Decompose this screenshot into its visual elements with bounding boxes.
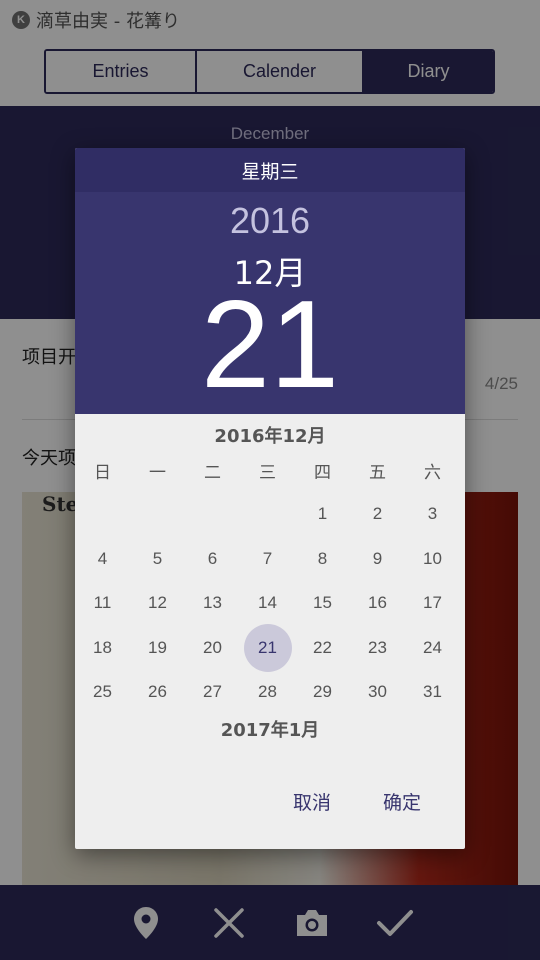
- calendar-day-selected[interactable]: 21: [240, 626, 295, 671]
- calendar-day-empty: [130, 492, 185, 537]
- calendar-day-label: 13: [203, 593, 222, 613]
- selected-year[interactable]: 2016: [75, 200, 465, 242]
- selected-day[interactable]: 21: [75, 280, 465, 410]
- calendar-day-label: 26: [148, 682, 167, 702]
- calendar-day-label: 18: [93, 637, 112, 657]
- calendar-day-label: 19: [148, 637, 167, 657]
- calendar-day[interactable]: 10: [405, 537, 460, 582]
- calendar-day[interactable]: 4: [75, 537, 130, 582]
- calendar-day-label: 7: [262, 548, 273, 568]
- calendar-day[interactable]: 25: [75, 670, 130, 715]
- calendar-day-label: 20: [203, 637, 222, 657]
- calendar-day-label: 28: [258, 682, 277, 702]
- calendar-day[interactable]: 18: [75, 626, 130, 671]
- calendar-day[interactable]: 30: [350, 670, 405, 715]
- calendar-day-label: 11: [93, 593, 112, 613]
- calendar-day[interactable]: 24: [405, 626, 460, 671]
- calendar-day[interactable]: 27: [185, 670, 240, 715]
- calendar-day[interactable]: 14: [240, 581, 295, 626]
- calendar-day[interactable]: 22: [295, 626, 350, 671]
- calendar-day[interactable]: 1: [295, 492, 350, 537]
- calendar-day-label: 4: [97, 548, 108, 568]
- weekday-header: 四: [314, 462, 331, 483]
- calendar-day[interactable]: 31: [405, 670, 460, 715]
- calendar-week-row: 25 26 27 28 29 30 31: [75, 670, 465, 715]
- calendar-day-label: 16: [368, 593, 387, 613]
- calendar-day[interactable]: 23: [350, 626, 405, 671]
- calendar-week-row: 18 19 20 21 22 23 24: [75, 626, 465, 671]
- calendar-month-title: 2016年12月: [214, 426, 326, 447]
- weekday-header: 二: [204, 462, 221, 483]
- calendar-day-label: 9: [372, 548, 383, 568]
- calendar-day[interactable]: 3: [405, 492, 460, 537]
- calendar-day[interactable]: 19: [130, 626, 185, 671]
- calendar-day-label: 25: [93, 682, 112, 702]
- calendar-day-label: 10: [423, 548, 442, 568]
- calendar-day-label: 23: [368, 637, 387, 657]
- dialog-actions: 取消 确定: [293, 788, 421, 815]
- calendar-day-label: 1: [317, 504, 328, 524]
- calendar-day-label: 5: [152, 548, 163, 568]
- calendar-day[interactable]: 6: [185, 537, 240, 582]
- calendar-day[interactable]: 28: [240, 670, 295, 715]
- calendar-day[interactable]: 8: [295, 537, 350, 582]
- calendar-day[interactable]: 17: [405, 581, 460, 626]
- calendar-day-label: 22: [313, 637, 332, 657]
- selected-date-header: 2016 12月 21: [75, 192, 465, 414]
- calendar-day-label: 17: [423, 593, 442, 613]
- next-month-title: 2017年1月: [220, 720, 320, 741]
- calendar-day[interactable]: 26: [130, 670, 185, 715]
- weekday-header: 六: [424, 462, 441, 483]
- calendar-day[interactable]: 9: [350, 537, 405, 582]
- calendar-day[interactable]: 13: [185, 581, 240, 626]
- calendar-day[interactable]: 20: [185, 626, 240, 671]
- calendar-day-label: 15: [313, 593, 332, 613]
- calendar-day[interactable]: 7: [240, 537, 295, 582]
- calendar-day[interactable]: 12: [130, 581, 185, 626]
- calendar-grid: 日 一 二 三 四 五 六 1 2 3 4 5 6 7 8 9 10 11 12 13 14 15 16 17 1…: [75, 448, 465, 715]
- calendar-day-label: 29: [313, 682, 332, 702]
- calendar-day[interactable]: 16: [350, 581, 405, 626]
- cancel-button[interactable]: 取消: [293, 788, 331, 815]
- calendar-day-label: 27: [203, 682, 222, 702]
- calendar-weeks: 1 2 3 4 5 6 7 8 9 10 11 12 13 14 15 16 17 18 19 20 21 22 23 24 2…: [75, 492, 465, 715]
- calendar-day-label: 8: [317, 548, 328, 568]
- calendar-day-label: 6: [207, 548, 218, 568]
- calendar-day-label: 14: [258, 593, 277, 613]
- calendar-day-label: 3: [427, 504, 438, 524]
- calendar-week-row: 1 2 3: [75, 492, 465, 537]
- calendar-day-empty: [185, 492, 240, 537]
- ok-button[interactable]: 确定: [383, 788, 421, 815]
- selected-weekday: 星期三: [75, 148, 465, 192]
- calendar-day[interactable]: 11: [75, 581, 130, 626]
- calendar-day-label: 12: [148, 593, 167, 613]
- calendar-week-row: 4 5 6 7 8 9 10: [75, 537, 465, 582]
- weekday-header: 三: [259, 462, 276, 483]
- calendar-day[interactable]: 2: [350, 492, 405, 537]
- weekday-header: 日: [94, 462, 111, 483]
- weekday-header: 一: [149, 462, 166, 483]
- calendar-day-label: 21: [258, 637, 277, 657]
- calendar-day[interactable]: 5: [130, 537, 185, 582]
- calendar-day-label: 2: [372, 504, 383, 524]
- weekday-header-row: 日 一 二 三 四 五 六: [75, 448, 465, 492]
- calendar-day[interactable]: 29: [295, 670, 350, 715]
- calendar-day-label: 31: [423, 682, 442, 702]
- calendar-day-empty: [75, 492, 130, 537]
- calendar-day-empty: [240, 492, 295, 537]
- calendar-day[interactable]: 15: [295, 581, 350, 626]
- calendar-day-label: 30: [368, 682, 387, 702]
- date-picker-dialog: 星期三 2016 12月 21 2016年12月 日 一 二 三 四 五 六 1…: [75, 148, 465, 849]
- calendar-week-row: 11 12 13 14 15 16 17: [75, 581, 465, 626]
- calendar-day-label: 24: [423, 637, 442, 657]
- weekday-header: 五: [369, 462, 386, 483]
